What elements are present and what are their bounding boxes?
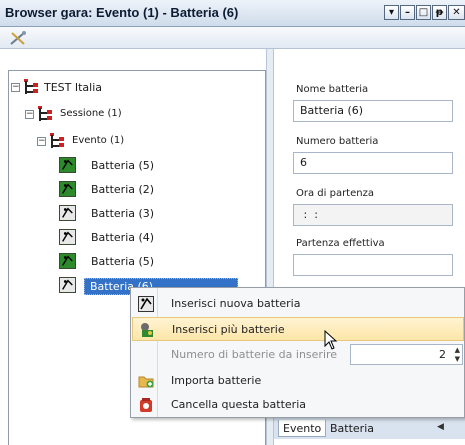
minimize-button[interactable]: – [400,5,415,20]
tree-node-label: Batteria (4) [91,231,155,244]
battery-icon [59,253,76,269]
collapse-toggle[interactable]: − [11,83,20,92]
tree-node-label: TEST Italia [44,81,103,94]
stepper-value: 2 [439,348,446,361]
organization-icon [24,79,38,94]
menu-item-import[interactable]: Importa batterie [132,369,464,393]
battery-icon [59,229,76,245]
tab-evento[interactable]: Evento [278,420,327,437]
menu-item-label: Inserisci nuova batteria [171,297,301,310]
battery-icon [59,205,76,221]
tree-node-battery[interactable]: Batteria (3) [59,205,259,223]
scroll-left-icon[interactable]: ◀ [437,422,444,432]
menu-item-new-battery[interactable]: Inserisci nuova batteria [132,292,464,316]
menu-item-label: Inserisci più batterie [172,323,285,336]
start-time-label: Ora di partenza [296,188,374,199]
menu-item-battery-count: Numero di batterie da inserire 2 ▲ ▼ [132,343,464,367]
maximize-button[interactable]: □ [416,5,431,20]
collapse-toggle[interactable]: − [25,110,34,119]
tools-icon[interactable] [9,30,27,46]
tree-node-battery[interactable]: Batteria (5) [59,253,259,271]
start-time-field[interactable]: : : [293,204,453,226]
close-button[interactable]: ✕ [448,5,465,20]
stepper-down-icon[interactable]: ▼ [455,355,460,363]
menu-item-label: Numero di batterie da inserire [171,348,338,361]
stepper-up-icon[interactable]: ▲ [455,346,460,354]
delete-icon [140,398,152,412]
tree-node-root[interactable]: − TEST Italia [11,79,251,97]
multi-battery-icon [141,323,153,337]
dropdown-button[interactable]: ▾ [384,5,399,20]
battery-number-field[interactable]: 6 [293,152,453,174]
collapse-toggle[interactable]: − [37,137,46,146]
battery-name-label: Nome batteria [296,84,369,95]
actual-start-field[interactable] [293,254,453,276]
mouse-cursor-icon [324,330,338,350]
battery-name-field[interactable]: Batteria (6) [293,100,453,122]
tab-batteria[interactable]: Batteria [326,420,378,437]
menu-item-multiple-batteries[interactable]: Inserisci più batterie [132,317,464,341]
battery-count-stepper[interactable]: 2 ▲ ▼ [350,344,463,365]
tree-node-label: Batteria (5) [91,159,155,172]
toolbar [0,27,465,49]
menu-item-delete[interactable]: Cancella questa batteria [132,393,464,417]
tree-node-battery[interactable]: Batteria (5) [59,157,259,175]
menu-item-label: Importa batterie [171,374,262,387]
tree-node-label: Batteria (2) [91,183,155,196]
actual-start-label: Partenza effettiva [296,238,385,249]
tree-node-label: Sessione (1) [60,108,122,119]
tree-node-battery[interactable]: Batteria (2) [59,181,259,199]
window-title: Browser gara: Evento (1) - Batteria (6) [5,5,239,20]
window-titlebar: Browser gara: Evento (1) - Batteria (6) … [0,0,465,27]
battery-icon [59,181,76,197]
battery-icon [59,277,76,293]
tree-node-session[interactable]: − Sessione (1) [25,106,255,124]
event-icon [50,133,64,148]
detail-tabs: Evento Batteria ◀ [274,417,465,439]
battery-icon [59,157,76,173]
battery-number-label: Numero batteria [296,136,379,147]
battery-icon [138,296,154,312]
tree-node-label: Batteria (5) [91,255,155,268]
pin-button[interactable]: ᵽ [432,5,447,20]
import-icon [138,376,154,388]
tree-node-battery[interactable]: Batteria (4) [59,229,259,247]
menu-item-label: Cancella questa batteria [171,398,306,411]
context-menu: Inserisci nuova batteria Inserisci più b… [130,287,465,418]
tree-node-event[interactable]: − Evento (1) [37,133,257,151]
tree-node-label: Evento (1) [72,135,125,146]
session-icon [38,106,52,121]
tree-node-label: Batteria (3) [91,207,155,220]
